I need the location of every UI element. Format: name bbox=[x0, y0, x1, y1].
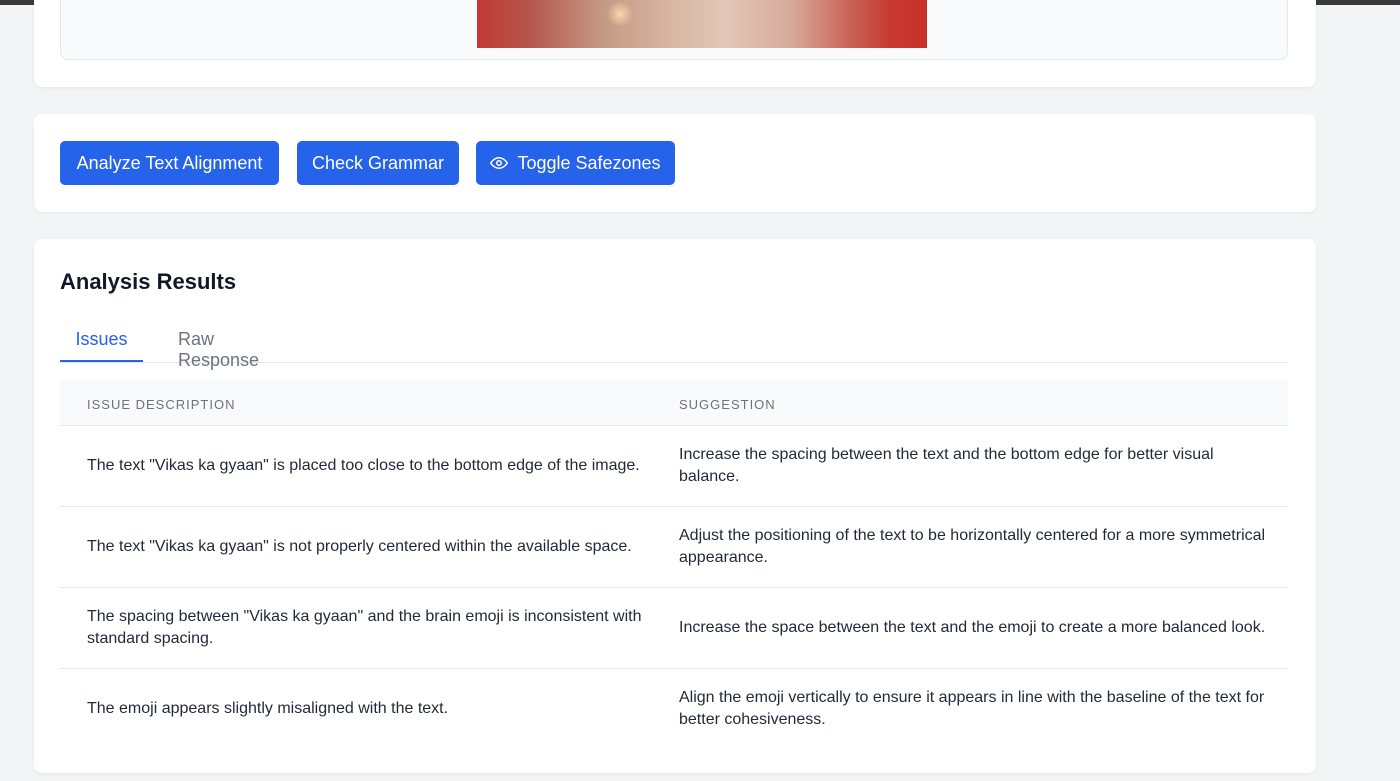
tab-raw-response[interactable]: Raw Response bbox=[178, 321, 290, 370]
suggestion-cell: Increase the spacing between the text an… bbox=[679, 446, 1214, 485]
issues-table: Issue Description Suggestion The text "V… bbox=[60, 380, 1288, 749]
table-row: The text "Vikas ka gyaan" is not properl… bbox=[60, 507, 1288, 588]
analysis-results-card: Analysis Results Issues Raw Response Iss… bbox=[34, 239, 1316, 773]
image-preview-frame bbox=[60, 0, 1288, 60]
analyze-text-alignment-button[interactable]: Analyze Text Alignment bbox=[60, 141, 279, 185]
actions-card: Analyze Text Alignment Check Grammar Tog… bbox=[34, 114, 1316, 212]
table-row: The spacing between "Vikas ka gyaan" and… bbox=[60, 588, 1288, 669]
issue-description-cell: The emoji appears slightly misaligned wi… bbox=[87, 700, 449, 717]
issue-description-cell: The spacing between "Vikas ka gyaan" and… bbox=[87, 608, 642, 647]
tab-issues[interactable]: Issues bbox=[60, 321, 143, 362]
suggestion-cell: Align the emoji vertically to ensure it … bbox=[679, 689, 1265, 728]
results-tabs: Issues Raw Response bbox=[60, 321, 1288, 370]
thumbnail-preview-image bbox=[477, 0, 927, 48]
suggestion-cell: Adjust the positioning of the text to be… bbox=[679, 527, 1266, 566]
suggestion-cell: Increase the space between the text and … bbox=[679, 619, 1266, 636]
toggle-safezones-label: Toggle Safezones bbox=[517, 152, 661, 173]
issue-description-cell: The text "Vikas ka gyaan" is not properl… bbox=[87, 538, 632, 555]
table-row: The emoji appears slightly misaligned wi… bbox=[60, 669, 1288, 749]
eye-icon bbox=[490, 157, 509, 169]
table-header: Issue Description Suggestion bbox=[60, 380, 1288, 426]
column-header-suggestion: Suggestion bbox=[679, 397, 776, 412]
table-row: The text "Vikas ka gyaan" is placed too … bbox=[60, 426, 1288, 507]
toggle-safezones-button[interactable]: Toggle Safezones bbox=[476, 141, 675, 185]
image-preview-card bbox=[34, 0, 1316, 87]
check-grammar-button[interactable]: Check Grammar bbox=[297, 141, 459, 185]
results-title: Analysis Results bbox=[60, 269, 237, 294]
column-header-issue-description: Issue Description bbox=[87, 397, 236, 412]
issue-description-cell: The text "Vikas ka gyaan" is placed too … bbox=[87, 457, 640, 474]
